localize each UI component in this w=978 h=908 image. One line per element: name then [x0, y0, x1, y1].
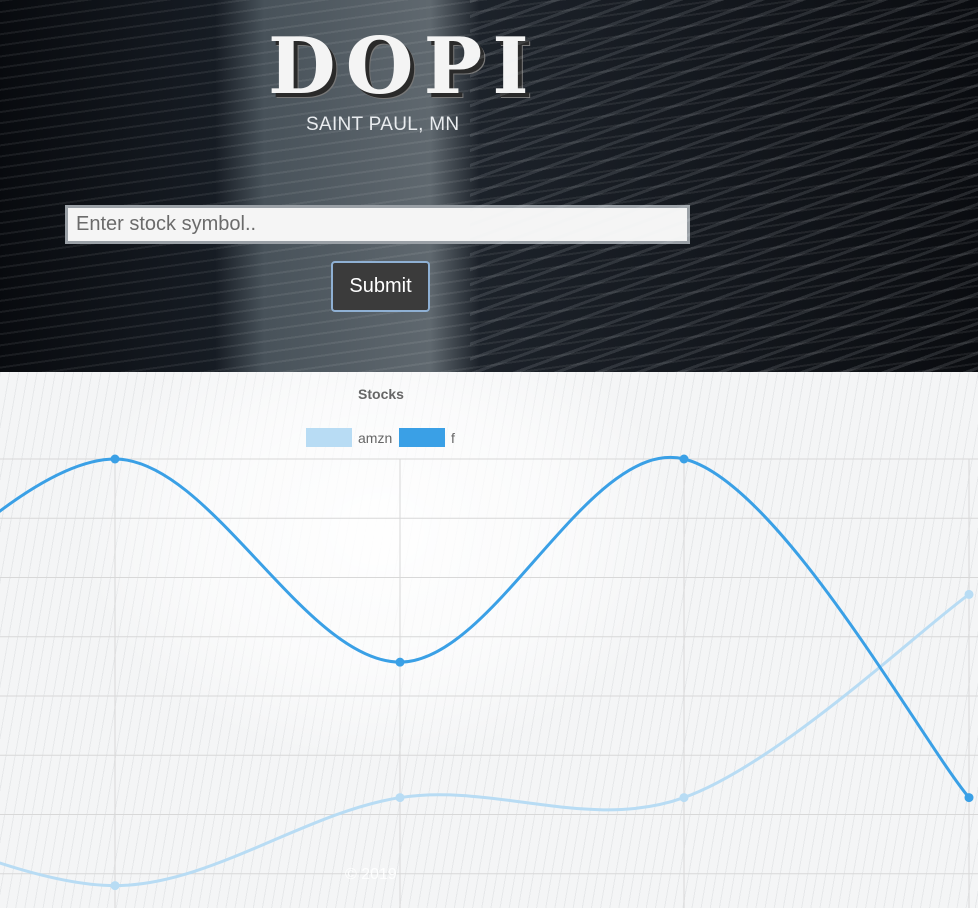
data-point-f-0	[110, 454, 120, 464]
legend-swatch-f	[399, 428, 445, 447]
stock-symbol-input[interactable]	[65, 205, 690, 244]
data-point-amzn-0	[110, 881, 120, 891]
stocks-chart: Stocks amzn f	[0, 386, 978, 908]
legend-label-amzn: amzn	[358, 430, 392, 446]
legend-swatch-amzn	[306, 428, 352, 447]
legend-label-f: f	[451, 430, 455, 446]
footer-copyright: © 2019	[345, 866, 397, 883]
site-logo: DOPI	[268, 21, 539, 112]
location-label: SAINT PAUL, MN	[306, 114, 460, 135]
stocks-chart-panel: Stocks amzn f	[0, 372, 978, 908]
data-point-f-1	[395, 657, 405, 667]
data-point-amzn-2	[679, 793, 689, 803]
data-point-f-2	[679, 454, 689, 464]
data-point-amzn-3	[964, 589, 974, 599]
series-line-f	[0, 455, 971, 799]
chart-title: Stocks	[358, 386, 404, 402]
data-point-amzn-1	[395, 793, 405, 803]
series-line-amzn	[0, 593, 970, 888]
data-point-f-3	[964, 793, 974, 803]
submit-button[interactable]: Submit	[331, 261, 430, 312]
hero-banner: DOPI SAINT PAUL, MN Submit	[0, 0, 978, 372]
